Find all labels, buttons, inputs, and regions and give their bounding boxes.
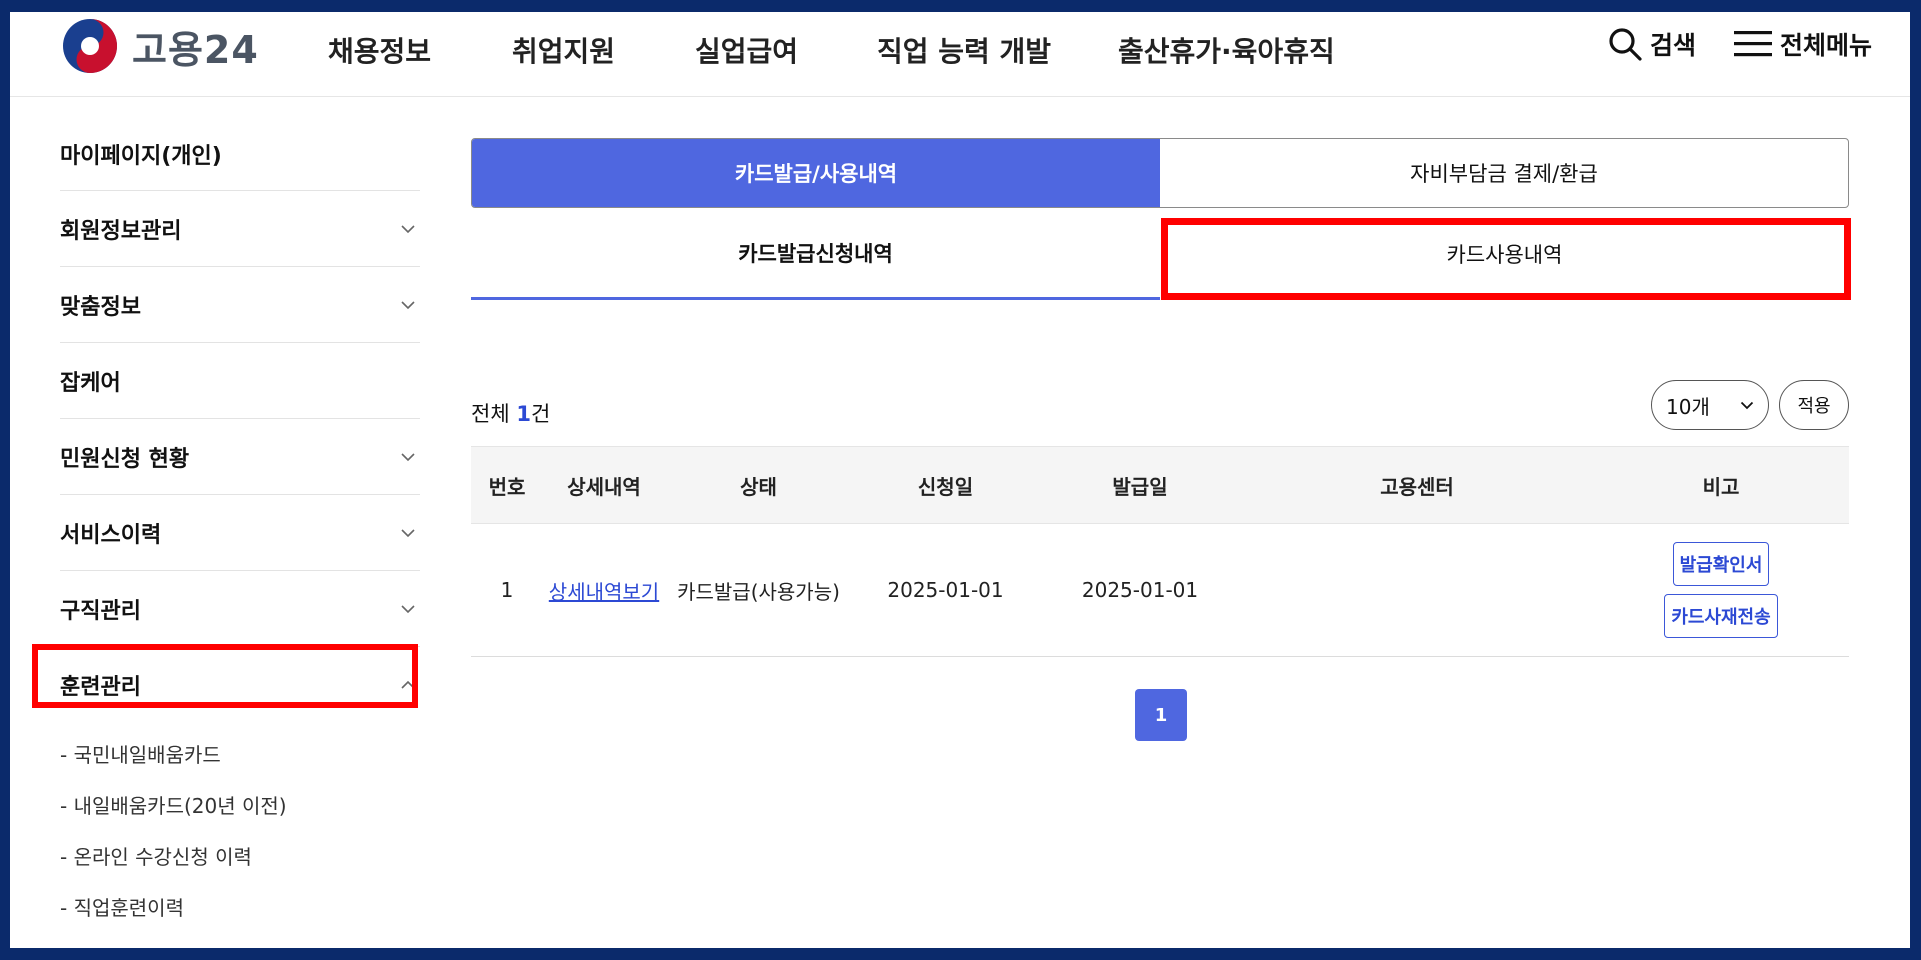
main-content: 카드발급/사용내역 자비부담금 결제/환급 카드발급신청내역 카드사용내역 전체…: [471, 138, 1851, 749]
sidebar-item-mypage[interactable]: 마이페이지(개인): [60, 118, 420, 191]
col-header-no: 번호: [471, 446, 543, 524]
sidebar-item-custom-info[interactable]: 맞춤정보: [60, 267, 420, 343]
hamburger-menu-icon: [1733, 31, 1772, 57]
search-icon: [1609, 28, 1642, 61]
submenu-item-other-ministry[interactable]: - 타부처 훈련: [60, 932, 420, 948]
all-menu-label: 전체메뉴: [1779, 31, 1872, 60]
sidebar-item-job-seeking[interactable]: 구직관리: [60, 571, 420, 647]
site-logo[interactable]: 고용24: [62, 18, 259, 74]
tab-card-usage[interactable]: 카드사용내역: [1160, 208, 1849, 300]
sidebar-item-label: 마이페이지(개인): [60, 144, 222, 169]
total-prefix: 전체: [471, 402, 517, 426]
tab-card-issue-usage[interactable]: 카드발급/사용내역: [472, 139, 1160, 207]
cell-no: 1: [471, 523, 543, 657]
total-number: 1: [516, 402, 531, 426]
nav-item-skill-development[interactable]: 직업 능력 개발: [877, 30, 1051, 70]
total-suffix: 건: [530, 402, 551, 426]
page-frame: 고용24 채용정보 취업지원 실업급여 직업 능력 개발 출산휴가·육아휴직 검…: [10, 12, 1910, 948]
submenu-item-online-history[interactable]: - 온라인 수강신청 이력: [60, 830, 420, 881]
detail-link[interactable]: 상세내역보기: [549, 580, 659, 604]
table-row: 1 상세내역보기 카드발급(사용가능) 2025-01-01 2025-01-0…: [471, 523, 1849, 657]
cell-issued-date: 2025-01-01: [1039, 523, 1241, 657]
col-header-detail: 상세내역: [543, 446, 665, 524]
search-label: 검색: [1649, 31, 1696, 60]
training-submenu: - 국민내일배움카드 - 내일배움카드(20년 이전) - 온라인 수강신청 이…: [60, 728, 420, 948]
logo-text: 고용24: [132, 27, 259, 72]
cell-center: [1241, 523, 1593, 657]
taegeuk-logo-icon: [63, 19, 117, 73]
cell-applied-date: 2025-01-01: [852, 523, 1039, 657]
sidebar-item-training[interactable]: 훈련관리: [60, 647, 420, 722]
submenu-item-training-history[interactable]: - 직업훈련이력: [60, 881, 420, 932]
col-header-center: 고용센터: [1241, 446, 1593, 524]
issue-confirmation-button[interactable]: 발급확인서: [1672, 542, 1770, 586]
chevron-down-icon: [401, 452, 415, 461]
sidebar-item-member-info[interactable]: 회원정보관리: [60, 191, 420, 267]
sidebar-item-label: 구직관리: [60, 598, 141, 624]
site-header: 고용24 채용정보 취업지원 실업급여 직업 능력 개발 출산휴가·육아휴직 검…: [10, 12, 1910, 97]
nav-item-parental-leave[interactable]: 출산휴가·육아휴직: [1118, 30, 1335, 70]
card-table: 번호 상세내역 상태 신청일 발급일 고용센터 비고 1 상세내역보기 카드발급…: [471, 446, 1849, 657]
sidebar-item-label: 잡케어: [60, 370, 121, 396]
sidebar-item-label: 맞춤정보: [60, 294, 141, 320]
sidebar-item-label: 민원신청 현황: [60, 446, 190, 472]
page-size-select[interactable]: 10개: [1651, 380, 1769, 430]
chevron-down-icon: [401, 604, 415, 613]
sidebar-item-service-history[interactable]: 서비스이력: [60, 495, 420, 571]
tab-self-pay[interactable]: 자비부담금 결제/환급: [1160, 139, 1848, 207]
sidebar: 마이페이지(개인) 회원정보관리 맞춤정보 잡케어 민원신청 현황 서비스이력 …: [60, 118, 420, 948]
sidebar-item-label: 서비스이력: [60, 522, 162, 548]
page-size-value: 10개: [1666, 394, 1710, 419]
card-resend-button[interactable]: 카드사재전송: [1664, 594, 1778, 638]
sidebar-item-label: 회원정보관리: [60, 218, 182, 244]
col-header-note: 비고: [1593, 446, 1849, 524]
sidebar-item-jobcare[interactable]: 잡케어: [60, 343, 420, 419]
search-button[interactable]: 검색: [1608, 26, 1696, 62]
cell-status: 카드발급(사용가능): [665, 523, 852, 657]
nav-item-unemployment-benefit[interactable]: 실업급여: [695, 30, 798, 70]
all-menu-button[interactable]: 전체메뉴: [1733, 26, 1872, 62]
col-header-issued: 발급일: [1039, 446, 1241, 524]
submenu-item-legacy-card[interactable]: - 내일배움카드(20년 이전): [60, 779, 420, 830]
chevron-up-icon: [401, 680, 415, 689]
sidebar-item-label: 훈련관리: [60, 674, 141, 700]
apply-button[interactable]: 적용: [1779, 380, 1849, 430]
sub-tabs: 카드발급신청내역 카드사용내역: [471, 208, 1851, 300]
top-tabs: 카드발급/사용내역 자비부담금 결제/환급: [471, 138, 1849, 208]
table-header-row: 번호 상세내역 상태 신청일 발급일 고용센터 비고: [471, 446, 1849, 524]
chevron-down-icon: [401, 300, 415, 309]
pagination: 1: [471, 689, 1849, 749]
chevron-down-icon: [1740, 401, 1754, 409]
chevron-down-icon: [401, 528, 415, 537]
col-header-applied: 신청일: [852, 446, 1039, 524]
nav-item-jobs[interactable]: 채용정보: [328, 30, 431, 70]
total-count: 전체 1건: [471, 398, 550, 428]
tab-card-application[interactable]: 카드발급신청내역: [471, 208, 1160, 300]
col-header-status: 상태: [665, 446, 852, 524]
chevron-down-icon: [401, 224, 415, 233]
sidebar-item-civil-request[interactable]: 민원신청 현황: [60, 419, 420, 495]
page-button-current[interactable]: 1: [1135, 689, 1187, 741]
list-toolbar: 전체 1건 10개 적용: [471, 346, 1849, 446]
nav-item-employment-support[interactable]: 취업지원: [512, 30, 615, 70]
submenu-item-national-card[interactable]: - 국민내일배움카드: [60, 728, 420, 779]
